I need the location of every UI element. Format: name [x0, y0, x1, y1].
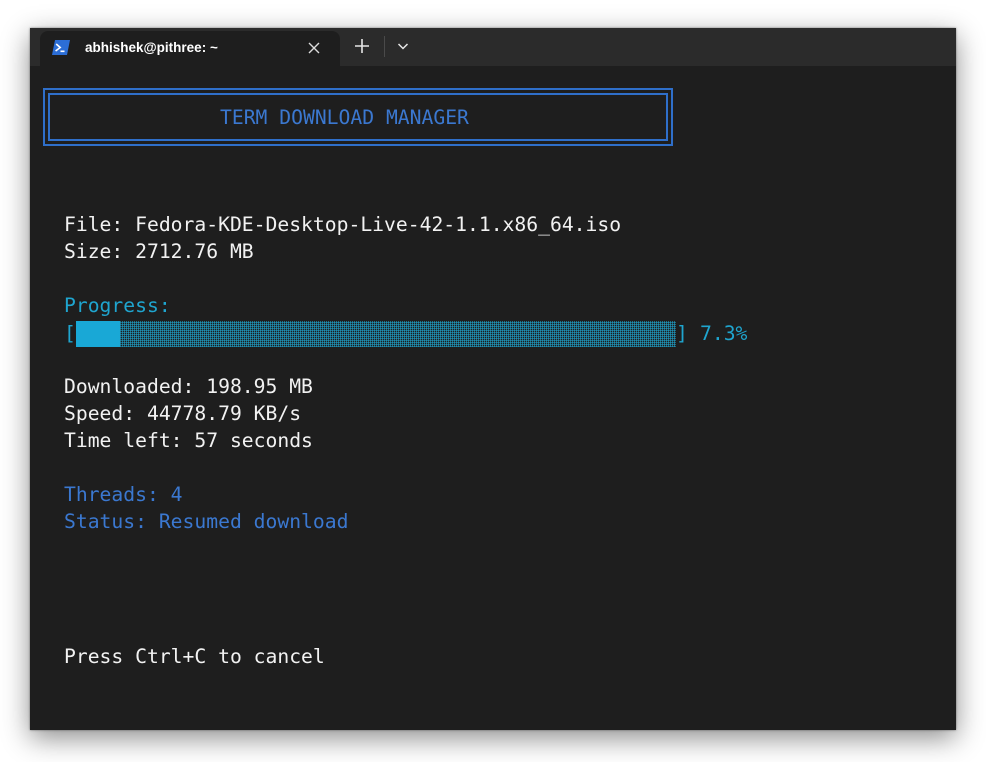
progress-label: Progress: — [64, 294, 171, 317]
tab-title: abhishek@pithree: ~ — [85, 40, 218, 55]
title-bar: abhishek@pithree: ~ — [30, 28, 956, 66]
close-icon[interactable] — [306, 40, 322, 56]
file-line: File: Fedora-KDE-Desktop-Live-42-1.1.x86… — [64, 213, 622, 236]
plus-icon[interactable] — [353, 37, 371, 55]
speed-line: Speed: 44778.79 KB/s — [64, 402, 302, 425]
header-title: TERM DOWNLOAD MANAGER — [220, 106, 469, 129]
downloaded-line: Downloaded: 198.95 MB — [64, 375, 313, 398]
progress-open-bracket: [ — [64, 322, 76, 345]
cancel-hint: Press Ctrl+C to cancel — [64, 645, 325, 668]
progress-percent: 7.3% — [700, 322, 748, 345]
terminal-window: abhishek@pithree: ~ TERM DOWNLOAD MANAGE… — [30, 28, 956, 730]
size-line: Size: 2712.76 MB — [64, 240, 254, 263]
tab-active[interactable]: abhishek@pithree: ~ — [40, 31, 340, 66]
progress-close-bracket: ] — [676, 322, 688, 345]
progress-bar-fill — [76, 321, 120, 347]
threads-line: Threads: 4 — [64, 483, 183, 506]
status-line: Status: Resumed download — [64, 510, 349, 533]
time-left-line: Time left: 57 seconds — [64, 429, 313, 452]
chevron-down-icon[interactable] — [396, 41, 410, 51]
powershell-icon — [52, 40, 70, 55]
terminal-output[interactable]: TERM DOWNLOAD MANAGER File: Fedora-KDE-D… — [30, 66, 956, 730]
titlebar-divider — [384, 36, 385, 57]
progress-bar — [76, 321, 676, 347]
